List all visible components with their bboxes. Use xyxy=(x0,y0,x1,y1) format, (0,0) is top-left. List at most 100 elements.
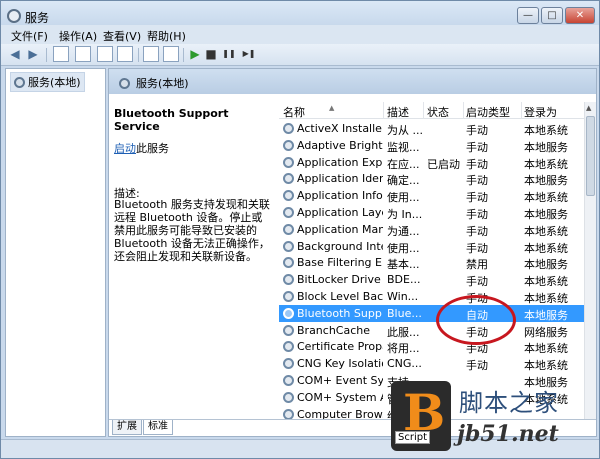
close-button[interactable]: ✕ xyxy=(565,7,595,24)
service-log-on-cell: 本地系统 xyxy=(524,191,568,205)
menu-file[interactable]: 文件(F) xyxy=(11,28,48,44)
menu-bar: 文件(F) 操作(A) 查看(V) 帮助(H) xyxy=(1,25,599,45)
service-row[interactable]: Application Iden... 确定... 手动 本地服务 xyxy=(279,170,584,187)
column-header-description[interactable]: 描述 xyxy=(387,104,409,120)
service-gear-icon xyxy=(283,257,294,269)
highlight-circle-annotation xyxy=(436,295,516,345)
menu-action[interactable]: 操作(A) xyxy=(59,28,97,44)
minimize-button[interactable]: — xyxy=(517,7,539,24)
help-icon[interactable] xyxy=(143,46,159,62)
service-startup-type-cell: 手动 xyxy=(466,359,488,373)
service-name-cell: CNG Key Isolation xyxy=(297,357,383,371)
vertical-scrollbar[interactable]: ▲ xyxy=(584,102,596,419)
selected-service-name: Bluetooth Support Service xyxy=(114,107,229,133)
column-divider[interactable] xyxy=(521,102,522,119)
export-list-icon[interactable] xyxy=(117,46,133,62)
service-gear-icon xyxy=(283,341,294,353)
watermark-site-name: 脚本之家 xyxy=(459,389,559,417)
service-row[interactable]: CNG Key Isolation CNG... 手动 本地系统 xyxy=(279,355,584,372)
service-startup-type-cell: 手动 xyxy=(466,224,488,238)
service-startup-type-cell: 手动 xyxy=(466,208,488,221)
service-startup-type-cell: 手动 xyxy=(466,241,488,255)
service-row[interactable]: Application Infor... 使用... 手动 本地系统 xyxy=(279,187,584,204)
scrollbar-thumb[interactable] xyxy=(586,116,595,196)
column-divider[interactable] xyxy=(463,102,464,119)
column-divider[interactable] xyxy=(383,102,384,119)
column-header-startup-type[interactable]: 启动类型 xyxy=(466,104,510,120)
service-name-cell: COM+ System A... xyxy=(297,390,383,404)
service-row[interactable]: Block Level Back...Win...手动本地系统 xyxy=(279,288,584,305)
maximize-button[interactable]: □ xyxy=(541,7,563,24)
service-name-cell: Certificate Propa... xyxy=(297,340,383,354)
column-header-status[interactable]: 状态 xyxy=(427,104,449,120)
column-header-name[interactable]: 名称 xyxy=(283,104,305,120)
service-log-on-cell: 本地服务 xyxy=(524,174,568,188)
toolbar: ◀ ▶ ▶ ■ ❚❚ ▶❚ xyxy=(1,44,599,66)
service-description-cell: 为 In... xyxy=(387,208,423,221)
service-row[interactable]: Base Filtering En... 基本... 禁用 本地服务 xyxy=(279,254,584,271)
service-row[interactable]: Background Inte... 使用... 手动 本地系统 xyxy=(279,238,584,255)
column-header-row: ▲ 名称 描述 状态 启动类型 登录为 xyxy=(279,102,596,119)
service-gear-icon xyxy=(283,375,294,386)
column-header-log-on-as[interactable]: 登录为 xyxy=(524,104,557,120)
service-row[interactable]: Adaptive Brightn... 监视... 手动 本地服务 xyxy=(279,137,584,154)
service-name-cell: COM+ Event Sys... xyxy=(297,374,383,387)
stop-service-icon[interactable]: ■ xyxy=(203,46,219,62)
pane-header: 服务(本地) xyxy=(109,69,596,94)
scroll-up-icon[interactable]: ▲ xyxy=(586,104,591,112)
service-row[interactable]: BranchCache 此服... 手动 网络服务 xyxy=(279,322,584,339)
start-service-link[interactable]: 启动 xyxy=(114,142,136,155)
service-gear-icon xyxy=(283,173,294,185)
service-name-cell: Application Man... xyxy=(297,222,383,236)
service-gear-icon xyxy=(283,324,294,336)
service-description-cell: 基本... xyxy=(387,258,420,272)
service-gear-icon xyxy=(283,408,294,419)
service-description-cell: BDE... xyxy=(387,273,421,287)
service-gear-icon xyxy=(283,391,294,403)
service-row[interactable]: Bluetooth Supp... Blue... 自动 本地服务 xyxy=(279,304,584,322)
tab-extended[interactable]: 扩展 xyxy=(112,420,142,435)
menu-help[interactable]: 帮助(H) xyxy=(147,28,186,44)
watermark-script-label: Script xyxy=(395,431,431,444)
service-log-on-cell: 本地系统 xyxy=(524,124,568,137)
service-gear-icon xyxy=(283,156,294,168)
service-name-cell: Base Filtering En... xyxy=(297,256,383,270)
service-startup-type-cell: 手动 xyxy=(466,124,488,137)
window-title: 服务 xyxy=(25,11,50,25)
service-description-cell: 为从 ... xyxy=(387,124,423,137)
service-row[interactable]: Application Expe... 在应... 已启动手动 本地系统 xyxy=(279,154,584,171)
service-row[interactable]: Application Man... 为通... 手动 本地系统 xyxy=(279,221,584,238)
tree-node-services-local[interactable]: 服务(本地) xyxy=(10,72,85,92)
service-row[interactable]: BitLocker Drive ... BDE... 手动 本地系统 xyxy=(279,271,584,288)
service-detail-panel: Bluetooth Support Service 启动此服务 描述: Blue… xyxy=(109,94,277,419)
service-row[interactable]: Certificate Propa...将用...手动本地系统 xyxy=(279,338,584,355)
service-name-cell: BranchCache xyxy=(297,323,371,337)
site-watermark: B Script 脚本之家 jb51.net xyxy=(387,375,598,457)
forward-arrow-icon[interactable]: ▶ xyxy=(25,46,41,62)
service-name-cell: Bluetooth Supp... xyxy=(297,306,383,320)
properties-sheet-icon[interactable] xyxy=(75,46,91,62)
service-log-on-cell: 本地服务 xyxy=(524,308,568,322)
service-log-on-cell: 本地服务 xyxy=(524,258,568,272)
column-divider[interactable] xyxy=(423,102,424,119)
service-name-cell: BitLocker Drive ... xyxy=(297,273,383,287)
service-row[interactable]: ActiveX Installer ... 为从 ... 手动 本地系统 xyxy=(279,120,584,137)
start-service-suffix: 此服务 xyxy=(136,142,169,155)
service-row[interactable]: Application Laye... 为 In... 手动 本地服务 xyxy=(279,204,584,221)
refresh-icon[interactable] xyxy=(97,46,113,62)
start-service-icon[interactable]: ▶ xyxy=(187,46,203,62)
menu-view[interactable]: 查看(V) xyxy=(103,28,141,44)
restart-service-icon[interactable]: ▶❚ xyxy=(241,46,257,62)
tab-standard[interactable]: 标准 xyxy=(143,420,173,435)
service-startup-type-cell: 手动 xyxy=(466,191,488,205)
back-arrow-icon[interactable]: ◀ xyxy=(7,46,23,62)
service-startup-type-cell: 手动 xyxy=(466,275,488,289)
toolbar-separator xyxy=(183,48,184,62)
pause-service-icon[interactable]: ❚❚ xyxy=(221,46,237,62)
service-name-cell: Application Expe... xyxy=(297,155,383,169)
console-tree-icon[interactable] xyxy=(53,46,69,62)
show-hide-pane-icon[interactable] xyxy=(163,46,179,62)
service-startup-type-cell: 禁用 xyxy=(466,258,488,272)
start-service-line: 启动此服务 xyxy=(114,140,169,156)
service-log-on-cell: 本地系统 xyxy=(524,157,568,171)
